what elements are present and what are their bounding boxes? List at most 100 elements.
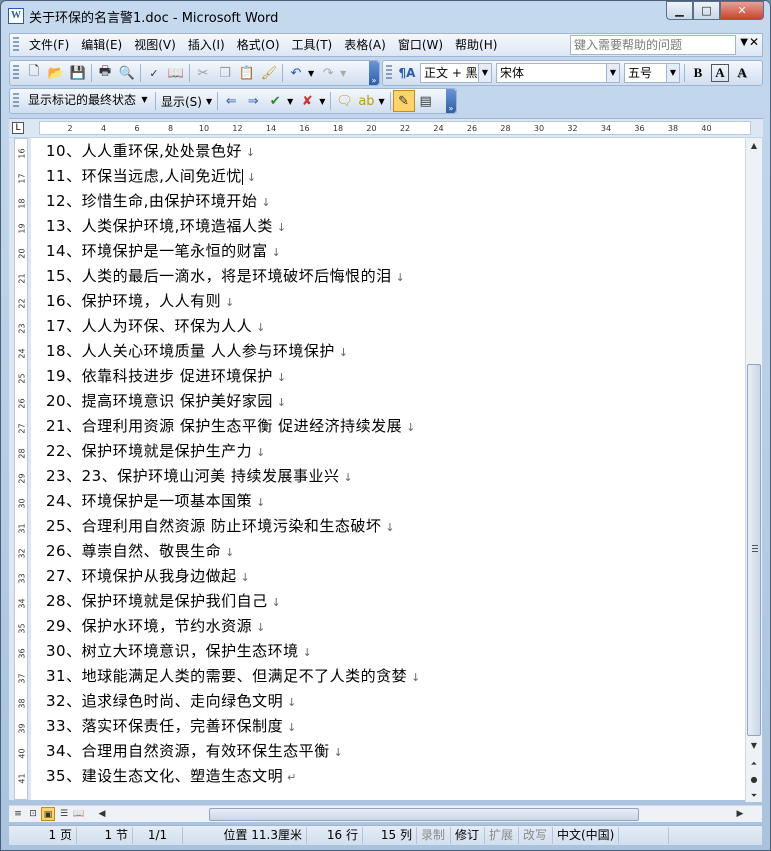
document-line[interactable]: 29、保护水环境，节约水资源 ↓ bbox=[46, 615, 266, 635]
document-line[interactable]: 16、保护环境，人人有则 ↓ bbox=[46, 290, 235, 310]
menu-file[interactable]: 文件(F) bbox=[23, 35, 75, 55]
document-line[interactable]: 17、人人为环保、环保为人人 ↓ bbox=[46, 315, 266, 335]
ruler-strip[interactable]: 2 4 6 8 10 12 14 16 18 20 22 24 26 28 30 32 34 36 38 40 bbox=[39, 121, 751, 135]
document-line[interactable]: 27、环境保护从我身边做起 ↓ bbox=[46, 565, 250, 585]
new-document-icon[interactable]: 🗋 bbox=[23, 62, 45, 84]
help-dropdown-icon[interactable]: ▼ bbox=[740, 37, 748, 48]
undo-icon[interactable]: ↶ bbox=[285, 62, 307, 84]
menu-grip-icon[interactable] bbox=[13, 37, 19, 53]
research-icon[interactable]: 📖 bbox=[165, 62, 187, 84]
scroll-up-icon[interactable]: ▲ bbox=[746, 138, 762, 154]
document-line[interactable]: 13、人类保护环境,环境造福人类 ↓ bbox=[46, 215, 287, 235]
style-dropdown-icon[interactable]: ▼ bbox=[478, 64, 491, 82]
menu-view[interactable]: 视图(V) bbox=[128, 35, 182, 55]
document-line[interactable]: 15、人类的最后一滴水，将是环境破坏后悔恨的泪 ↓ bbox=[46, 265, 405, 285]
title-bar[interactable]: W 关于环保的名言警1.doc - Microsoft Word ▁ □ ✕ bbox=[1, 1, 770, 31]
document-line[interactable]: 20、提高环境意识 保护美好家园 ↓ bbox=[46, 390, 287, 410]
format-painter-icon[interactable]: 🖌 bbox=[258, 62, 280, 84]
show-dropdown-icon[interactable]: ▼ bbox=[206, 97, 212, 106]
reject-dropdown-icon[interactable]: ▼ bbox=[319, 97, 325, 106]
document-line[interactable]: 19、依靠科技进步 促进环境保护 ↓ bbox=[46, 365, 287, 385]
previous-page-icon[interactable]: ⏶ bbox=[746, 756, 762, 772]
format-toolbar-grip-icon[interactable] bbox=[386, 65, 392, 81]
document-line[interactable]: 32、追求绿色时尚、走向绿色文明 ↓ bbox=[46, 690, 297, 710]
select-browse-object-icon[interactable]: ● bbox=[746, 772, 762, 788]
reviewing-pane-icon[interactable]: ▤ bbox=[415, 90, 437, 112]
scroll-right-icon[interactable]: ▶ bbox=[733, 807, 747, 821]
next-page-icon[interactable]: ⏷ bbox=[746, 788, 762, 804]
font-combo[interactable]: 宋体 ▼ bbox=[496, 63, 620, 83]
accept-dropdown-icon[interactable]: ▼ bbox=[287, 97, 293, 106]
spelling-icon[interactable]: ✓ bbox=[143, 62, 165, 84]
menu-format[interactable]: 格式(O) bbox=[231, 35, 286, 55]
markup-display-combo[interactable]: 显示标记的最终状态 ▼ bbox=[25, 91, 151, 111]
menu-tools[interactable]: 工具(T) bbox=[286, 35, 339, 55]
save-icon[interactable]: 💾 bbox=[67, 62, 89, 84]
print-preview-icon[interactable]: 🔍 bbox=[116, 62, 138, 84]
scroll-down-icon[interactable]: ▼ bbox=[746, 738, 762, 754]
horizontal-scrollbar[interactable]: ≡ ⊡ ▣ ☰ 📖 ◀ ▶ bbox=[9, 805, 762, 822]
highlight-dropdown-icon[interactable]: ▼ bbox=[378, 97, 384, 106]
reading-view-icon[interactable]: 📖 bbox=[72, 807, 86, 821]
font-size-combo[interactable]: 五号 ▼ bbox=[624, 63, 680, 83]
bold-button[interactable]: B bbox=[687, 62, 709, 84]
copy-icon[interactable]: ❐ bbox=[214, 62, 236, 84]
document-line[interactable]: 31、地球能满足人类的需要、但满足不了人类的贪婪 ↓ bbox=[46, 665, 421, 685]
track-changes-icon[interactable]: ✎ bbox=[392, 90, 415, 112]
style-combo[interactable]: 正文 + 黑 ▼ bbox=[420, 63, 492, 83]
review-toolbar-options-icon[interactable]: » bbox=[446, 89, 456, 113]
menu-edit[interactable]: 编辑(E) bbox=[75, 35, 128, 55]
document-line[interactable]: 33、落实环保责任，完善环保制度 ↓ bbox=[46, 715, 297, 735]
status-track-changes[interactable]: 修订 bbox=[451, 827, 485, 844]
highlight-icon[interactable]: ab bbox=[355, 90, 377, 112]
close-button[interactable]: ✕ bbox=[720, 1, 764, 20]
show-menu-button[interactable]: 显示(S) bbox=[158, 93, 205, 110]
document-line[interactable]: 35、建设生态文化、塑造生态文明 ↵ bbox=[46, 765, 297, 785]
document-line[interactable]: 23、23、保护环境山河美 持续发展事业兴 ↓ bbox=[46, 465, 353, 485]
status-record[interactable]: 录制 bbox=[417, 827, 451, 844]
web-view-icon[interactable]: ⊡ bbox=[26, 807, 40, 821]
review-toolbar-grip-icon[interactable] bbox=[13, 93, 19, 109]
menu-table[interactable]: 表格(A) bbox=[338, 35, 392, 55]
markup-dropdown-icon[interactable]: ▼ bbox=[138, 91, 151, 109]
document-line[interactable]: 22、保护环境就是保护生产力 ↓ bbox=[46, 440, 266, 460]
next-change-icon[interactable]: ⇒ bbox=[242, 90, 264, 112]
paste-icon[interactable]: 📋 bbox=[236, 62, 258, 84]
tab-selector-button[interactable]: L bbox=[12, 122, 24, 134]
document-page[interactable]: 10、人人重环保,处处景色好 ↓ 11、环保当远虑,人间免近忧 ↓ 12、珍惜生命,由保… bbox=[31, 138, 745, 800]
redo-dropdown-icon[interactable]: ▼ bbox=[340, 69, 346, 78]
document-line[interactable]: 25、合理利用自然资源 防止环境污染和生态破坏 ↓ bbox=[46, 515, 395, 535]
document-line[interactable]: 18、人人关心环境质量 人人参与环境保护 ↓ bbox=[46, 340, 349, 360]
vertical-scrollbar[interactable]: ▲ ▼ ⏶ ● ⏷ bbox=[745, 138, 762, 802]
print-layout-view-icon[interactable]: ▣ bbox=[41, 807, 55, 821]
document-line[interactable]: 12、珍惜生命,由保护环境开始 ↓ bbox=[46, 190, 271, 210]
help-question-input[interactable]: 键入需要帮助的问题 bbox=[570, 35, 736, 55]
toolbar-grip-icon[interactable] bbox=[13, 65, 19, 81]
minimize-button[interactable]: ▁ bbox=[666, 1, 693, 20]
document-line[interactable]: 30、树立大环境意识，保护生态环境 ↓ bbox=[46, 640, 312, 660]
scroll-left-icon[interactable]: ◀ bbox=[95, 807, 109, 821]
print-icon[interactable]: 🖶 bbox=[94, 62, 116, 84]
status-extend[interactable]: 扩展 bbox=[485, 827, 519, 844]
previous-change-icon[interactable]: ⇐ bbox=[220, 90, 242, 112]
horizontal-scroll-thumb[interactable] bbox=[209, 808, 639, 821]
undo-dropdown-icon[interactable]: ▼ bbox=[308, 69, 314, 78]
document-line[interactable]: 10、人人重环保,处处景色好 ↓ bbox=[46, 140, 256, 160]
document-line[interactable]: 11、环保当远虑,人间免近忧 ↓ bbox=[46, 165, 257, 185]
reject-change-icon[interactable]: ✘ bbox=[296, 90, 318, 112]
menu-help[interactable]: 帮助(H) bbox=[449, 35, 503, 55]
character-border-button[interactable]: A bbox=[711, 64, 729, 82]
vertical-ruler-strip[interactable]: 16 17 18 19 20 21 22 23 24 25 26 27 28 29 30 31 32 33 34 35… bbox=[14, 138, 28, 800]
document-line[interactable]: 26、尊崇自然、敬畏生命 ↓ bbox=[46, 540, 235, 560]
outline-view-icon[interactable]: ☰ bbox=[57, 807, 71, 821]
redo-icon[interactable]: ↷ bbox=[317, 62, 339, 84]
font-dropdown-icon[interactable]: ▼ bbox=[606, 64, 619, 82]
normal-view-icon[interactable]: ≡ bbox=[11, 807, 25, 821]
document-line[interactable]: 14、环境保护是一笔永恒的财富 ↓ bbox=[46, 240, 281, 260]
status-overtype[interactable]: 改写 bbox=[519, 827, 553, 844]
character-shading-button[interactable]: A bbox=[731, 62, 753, 84]
document-line[interactable]: 21、合理利用资源 保护生态平衡 促进经济持续发展 ↓ bbox=[46, 415, 416, 435]
styles-formatting-icon[interactable]: ¶A bbox=[396, 62, 418, 84]
document-close-button[interactable]: ✕ bbox=[749, 35, 759, 49]
cut-icon[interactable]: ✂ bbox=[192, 62, 214, 84]
